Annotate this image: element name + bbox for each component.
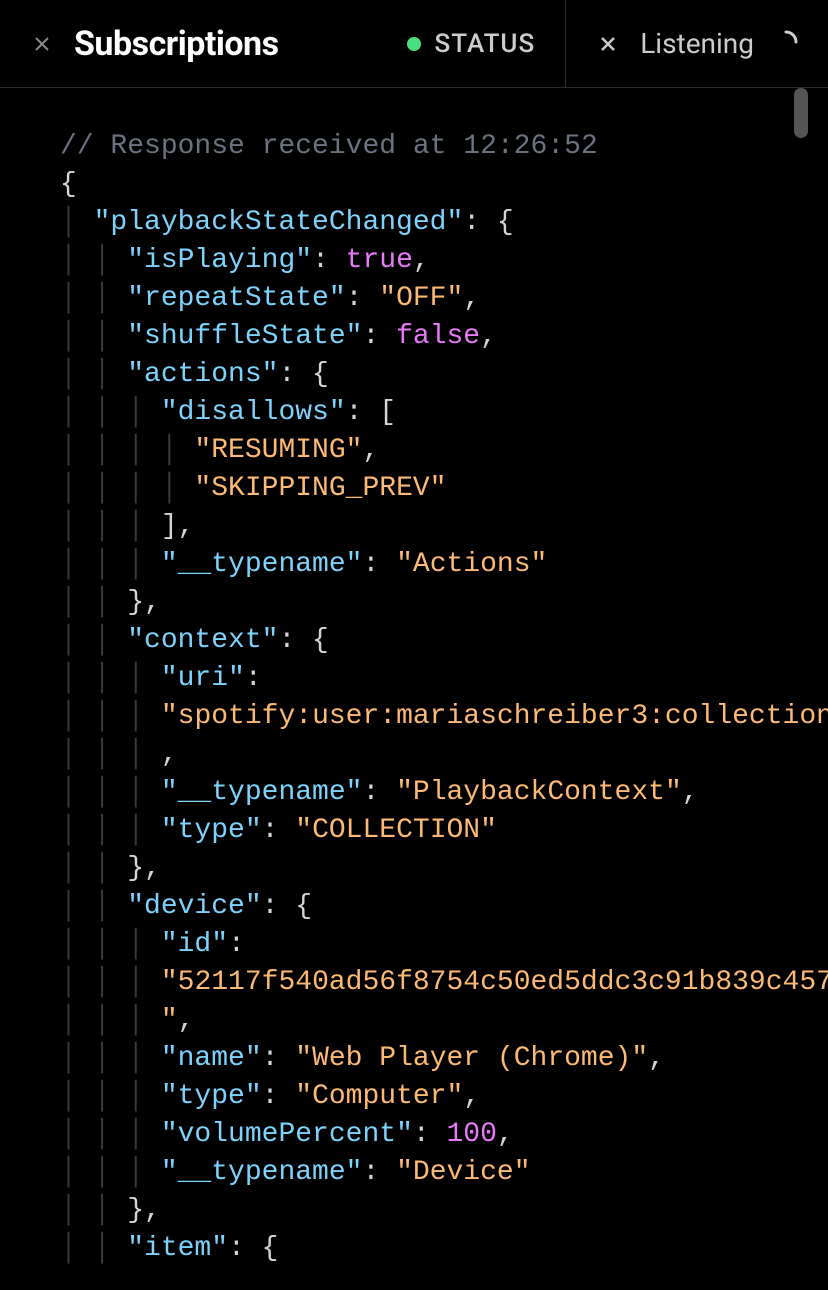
listening-group: Listening (596, 27, 798, 60)
close-icon (30, 32, 54, 56)
json-key: "name" (161, 1043, 262, 1074)
stop-listening-button[interactable] (596, 32, 620, 56)
header-left: Subscriptions (30, 24, 407, 64)
json-key: "isPlaying" (127, 245, 312, 276)
header-bar: Subscriptions STATUS Listening (0, 0, 828, 88)
response-comment: // Response received at 12:26:52 (60, 131, 598, 162)
json-key: "actions" (127, 359, 278, 390)
json-value: "Device" (396, 1157, 530, 1188)
json-value: "Actions" (396, 549, 547, 580)
json-key: "type" (161, 815, 262, 846)
page-title: Subscriptions (74, 24, 279, 64)
json-value: "COLLECTION" (295, 815, 497, 846)
close-icon (596, 32, 620, 56)
status-group[interactable]: STATUS (407, 0, 567, 88)
json-key: "__typename" (161, 549, 363, 580)
json-key: "disallows" (161, 397, 346, 428)
json-value: "RESUMING" (194, 435, 362, 466)
json-key: "__typename" (161, 1157, 363, 1188)
json-value: "SKIPPING_PREV" (194, 473, 446, 504)
response-code-block[interactable]: // Response received at 12:26:52 { │ "pl… (0, 88, 828, 1268)
json-key: "shuffleState" (127, 321, 362, 352)
json-key: "repeatState" (127, 283, 345, 314)
json-value: "OFF" (379, 283, 463, 314)
listening-label: Listening (640, 27, 754, 60)
json-key: "id" (161, 929, 228, 960)
status-label: STATUS (435, 29, 536, 59)
json-value: true (346, 245, 413, 276)
json-key: "context" (127, 625, 278, 656)
json-key: "volumePercent" (161, 1119, 413, 1150)
json-key: "item" (127, 1233, 228, 1264)
json-value: "Web Player (Chrome)" (295, 1043, 648, 1074)
json-key: "playbackStateChanged" (94, 207, 464, 238)
json-key: "type" (161, 1081, 262, 1112)
json-key: "__typename" (161, 777, 363, 808)
json-value: "spotify:user:mariaschreiber3:collection… (161, 701, 828, 732)
json-value: 100 (446, 1119, 496, 1150)
status-indicator-icon (407, 37, 421, 51)
json-value: "52117f540ad56f8754c50ed5ddc3c91b839c457… (60, 967, 828, 1036)
json-key: "uri" (161, 663, 245, 694)
json-value: "Computer" (295, 1081, 463, 1112)
json-key: "device" (127, 891, 261, 922)
json-value: "PlaybackContext" (396, 777, 682, 808)
close-button[interactable] (30, 32, 54, 56)
header-right: STATUS Listening (407, 0, 798, 88)
spinner-icon (774, 30, 798, 58)
json-value: false (396, 321, 480, 352)
